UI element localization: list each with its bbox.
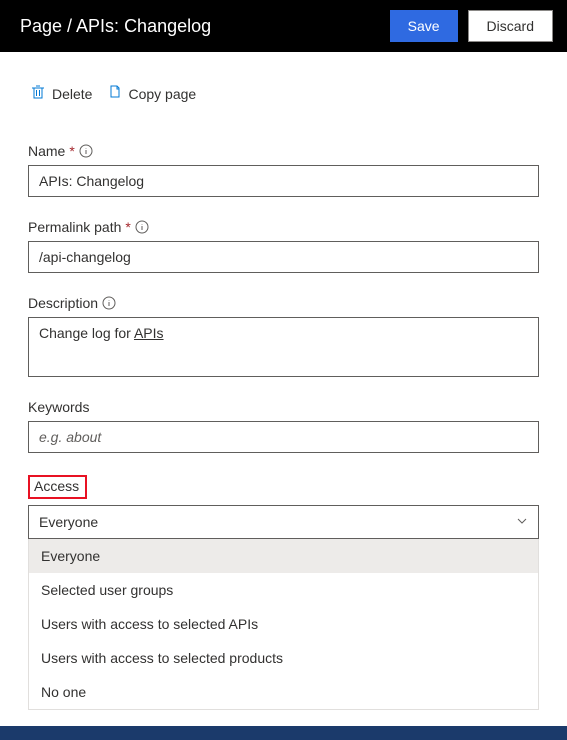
name-label: Name (28, 143, 65, 159)
access-option[interactable]: Users with access to selected products (29, 641, 538, 675)
access-dropdown: Everyone Selected user groups Users with… (28, 539, 539, 710)
description-field: Description Change log for APIs (28, 295, 539, 377)
delete-label: Delete (52, 86, 92, 102)
info-icon[interactable] (135, 220, 149, 234)
required-marker: * (69, 143, 74, 159)
name-input[interactable] (28, 165, 539, 197)
access-option[interactable]: No one (29, 675, 538, 709)
required-marker: * (125, 219, 130, 235)
save-button[interactable]: Save (390, 10, 458, 42)
page-header: Page / APIs: Changelog Save Discard (0, 0, 567, 52)
form: Name * Permalink path * Description Chan… (0, 103, 567, 539)
access-selected-value: Everyone (39, 514, 98, 530)
copy-icon (106, 84, 122, 103)
name-field: Name * (28, 143, 539, 197)
access-label: Access (34, 478, 79, 494)
discard-button[interactable]: Discard (468, 10, 553, 42)
info-icon[interactable] (79, 144, 93, 158)
trash-icon (30, 84, 46, 103)
copy-label: Copy page (128, 86, 196, 102)
info-icon[interactable] (102, 296, 116, 310)
chevron-down-icon (516, 514, 528, 530)
access-label-highlight: Access (28, 475, 87, 499)
keywords-label: Keywords (28, 399, 89, 415)
page-title: Page / APIs: Changelog (20, 16, 390, 37)
copy-page-button[interactable]: Copy page (106, 84, 196, 103)
description-label: Description (28, 295, 98, 311)
delete-button[interactable]: Delete (30, 84, 92, 103)
permalink-input[interactable] (28, 241, 539, 273)
access-option[interactable]: Selected user groups (29, 573, 538, 607)
permalink-field: Permalink path * (28, 219, 539, 273)
access-option[interactable]: Users with access to selected APIs (29, 607, 538, 641)
toolbar: Delete Copy page (0, 52, 567, 103)
access-select[interactable]: Everyone (28, 505, 539, 539)
permalink-label: Permalink path (28, 219, 121, 235)
description-input[interactable]: Change log for APIs (28, 317, 539, 377)
keywords-field: Keywords (28, 399, 539, 453)
access-option[interactable]: Everyone (29, 539, 538, 573)
keywords-input[interactable] (28, 421, 539, 453)
footer-bar (0, 726, 567, 740)
access-field: Access Everyone Everyone Selected user g… (28, 475, 539, 539)
